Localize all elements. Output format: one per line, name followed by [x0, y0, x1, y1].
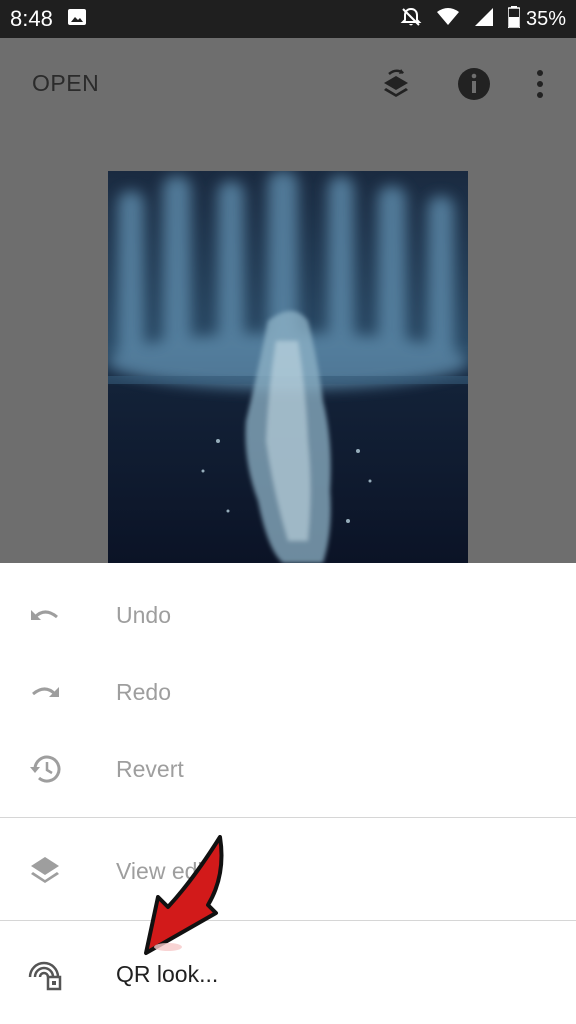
info-icon[interactable] [454, 64, 494, 104]
notifications-off-icon [400, 6, 422, 33]
menu-item-view-edits[interactable]: View edits [0, 833, 576, 909]
menu-label-redo: Redo [116, 678, 171, 705]
menu-item-qr-look[interactable]: QR look... [0, 936, 576, 1012]
wifi-icon [436, 7, 460, 32]
status-time: 8:48 [10, 6, 53, 31]
divider [0, 920, 576, 921]
layers-icon[interactable] [376, 64, 416, 104]
battery-percent: 35% [525, 7, 566, 30]
undo-icon [26, 596, 64, 634]
battery-icon [507, 5, 521, 33]
redo-icon [26, 673, 64, 711]
menu-label-undo: Undo [116, 601, 171, 628]
signal-icon [474, 7, 494, 32]
menu-label-qr-look: QR look... [116, 960, 219, 987]
status-bar: 8:48 35% [0, 0, 576, 38]
image-icon [67, 7, 87, 32]
photo-preview [108, 171, 468, 563]
menu-item-undo[interactable]: Undo [0, 577, 576, 653]
qr-look-icon [26, 955, 64, 993]
divider [0, 817, 576, 818]
menu-sheet: Undo Redo Revert View edits QR look... [0, 563, 576, 1024]
layers-icon [26, 852, 64, 890]
more-vert-icon[interactable] [520, 64, 560, 104]
menu-label-view-edits: View edits [116, 857, 221, 884]
menu-item-redo[interactable]: Redo [0, 654, 576, 730]
app-bar: OPEN [0, 38, 576, 130]
history-icon [26, 750, 64, 788]
open-button[interactable]: OPEN [32, 70, 99, 97]
menu-label-revert: Revert [116, 755, 184, 782]
menu-item-revert[interactable]: Revert [0, 731, 576, 807]
